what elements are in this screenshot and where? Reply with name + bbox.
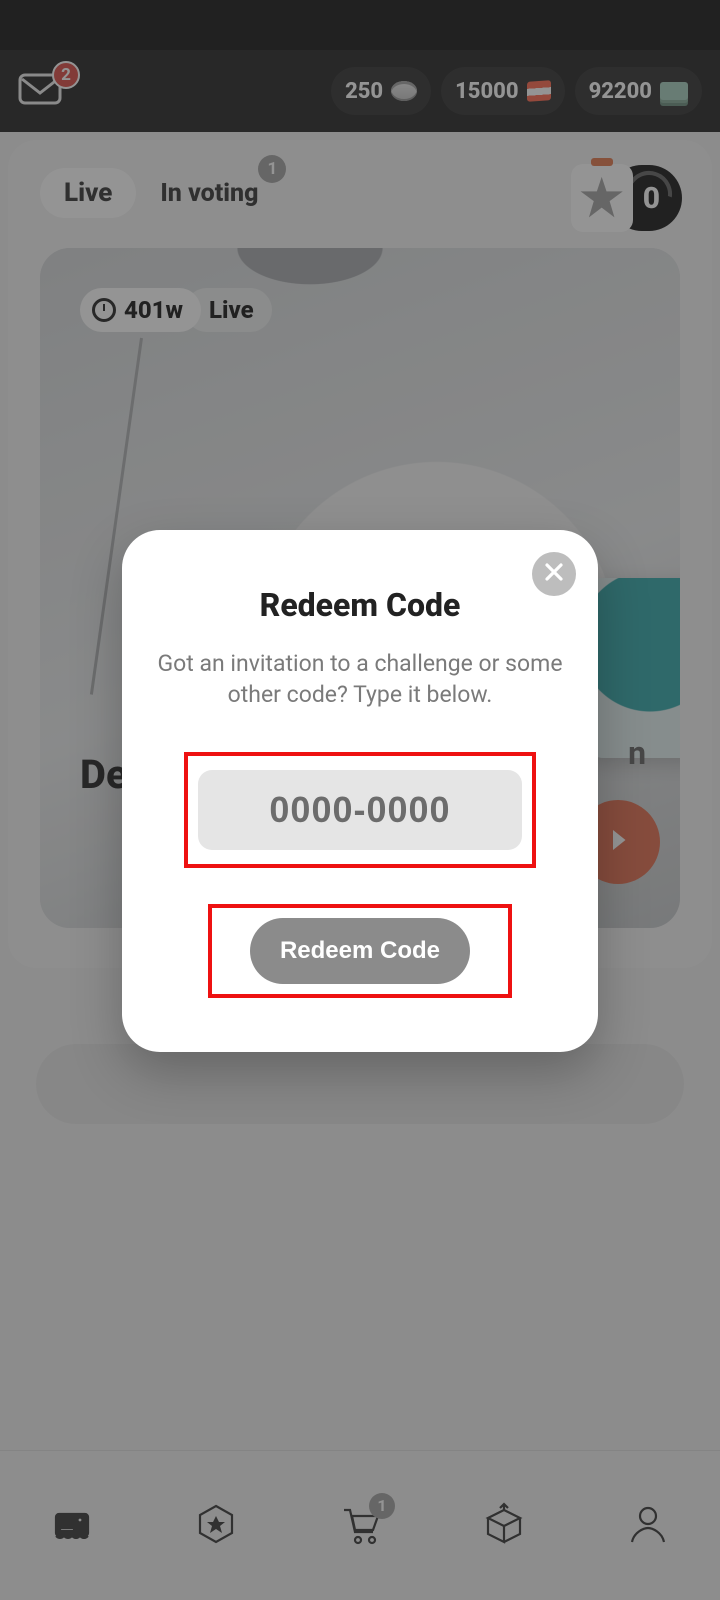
close-icon	[544, 562, 564, 586]
redeem-code-modal: Redeem Code Got an invitation to a chall…	[122, 530, 598, 1052]
close-button[interactable]	[532, 552, 576, 596]
highlight-button-box: Redeem Code	[208, 904, 512, 998]
redeem-button[interactable]: Redeem Code	[250, 918, 470, 984]
modal-subtitle: Got an invitation to a challenge or some…	[156, 648, 564, 710]
code-input[interactable]	[198, 770, 522, 850]
modal-title: Redeem Code	[150, 586, 570, 624]
highlight-input-box	[184, 752, 536, 868]
